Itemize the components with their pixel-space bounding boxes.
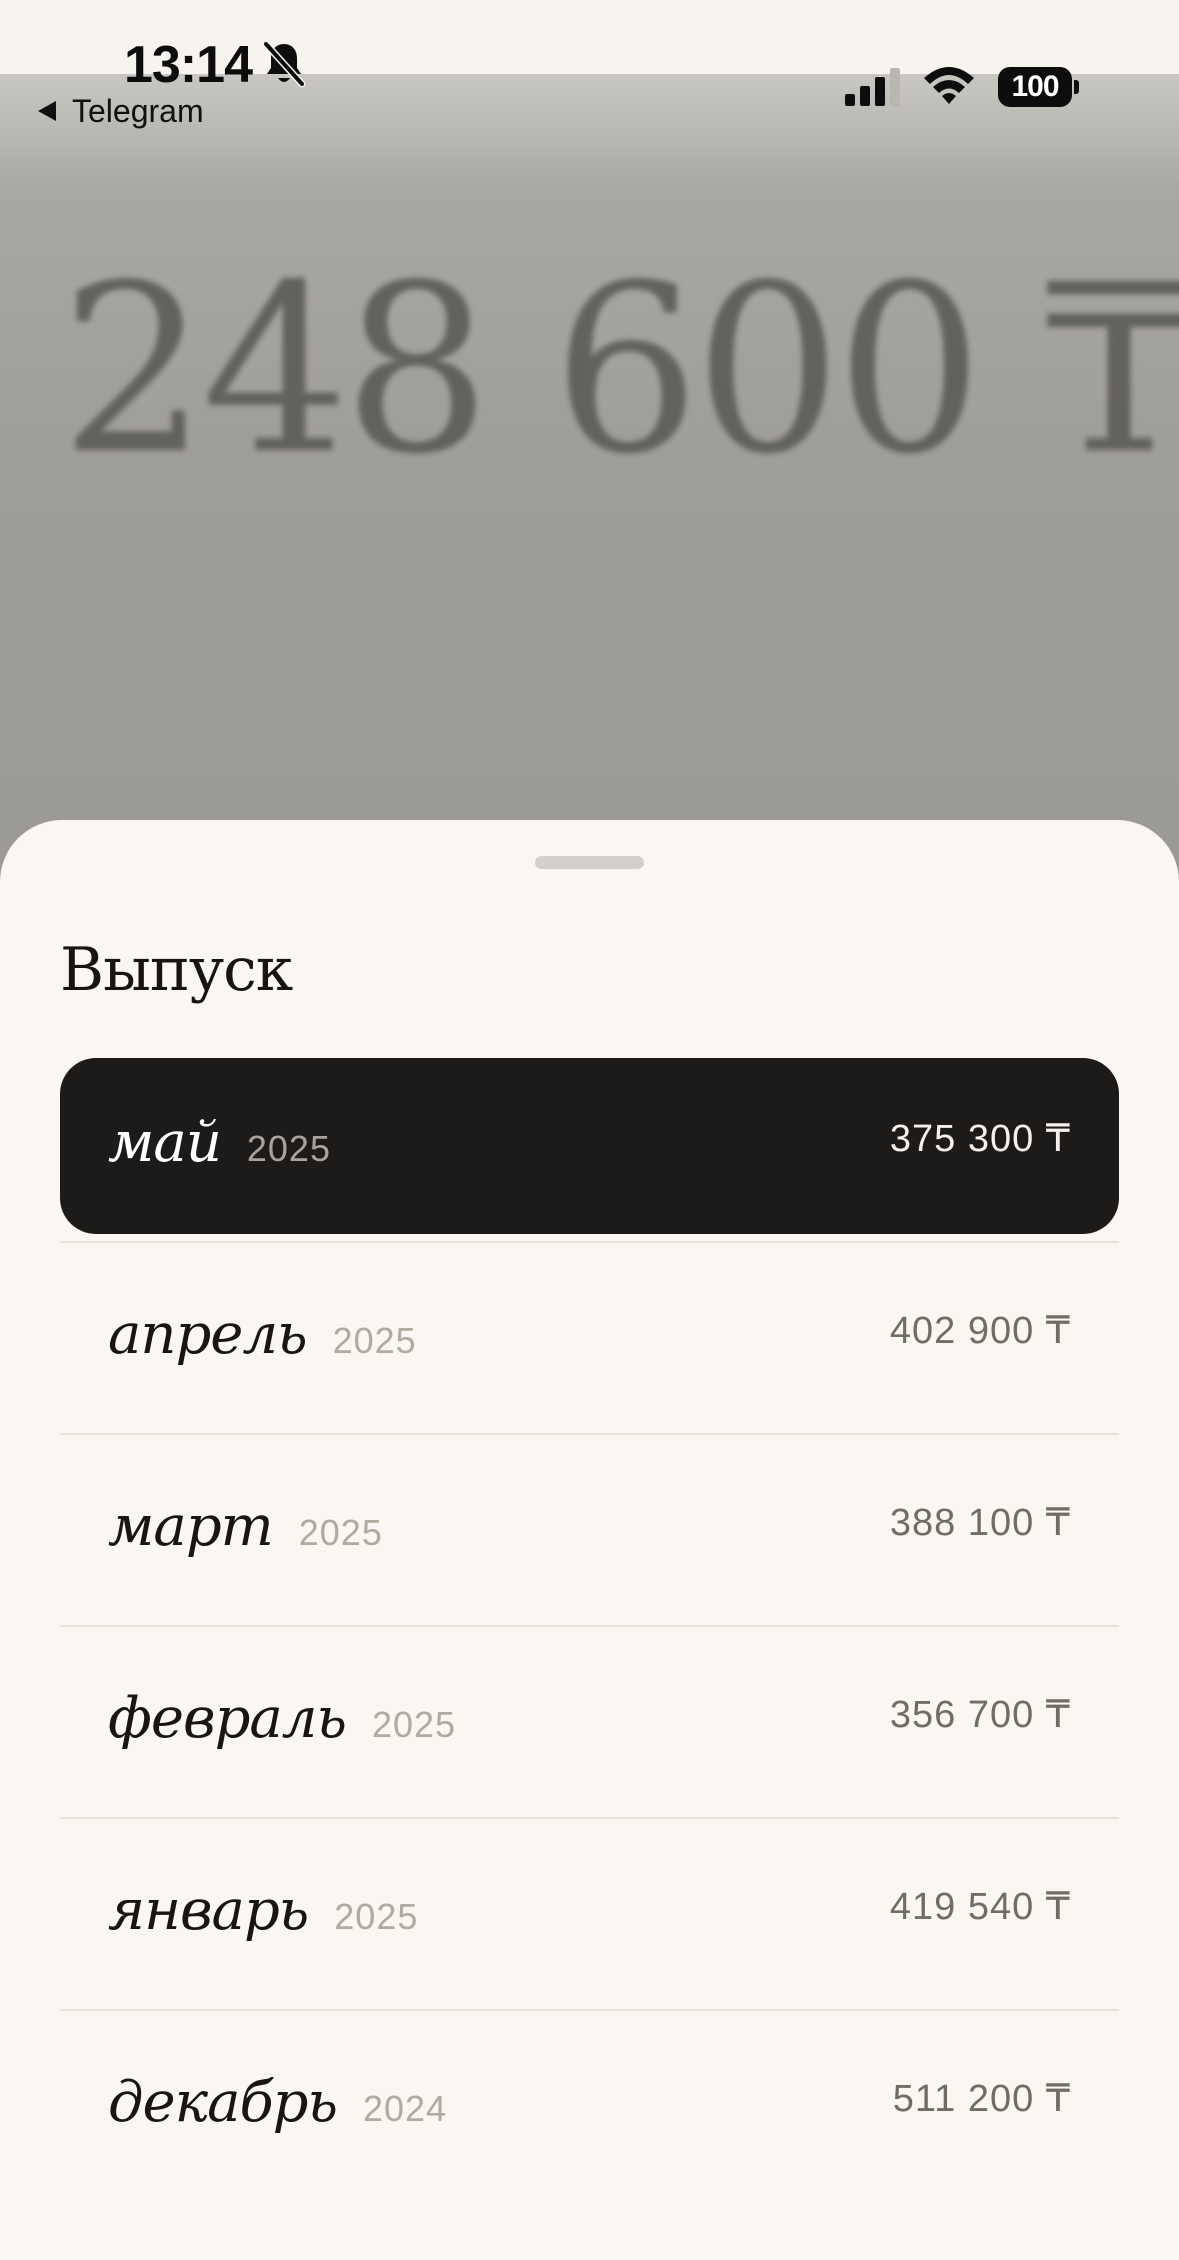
issue-row-may-2025[interactable]: май 2025 375 300 ₸: [60, 1058, 1119, 1243]
issue-month: январь: [108, 1878, 309, 1943]
issue-amount: 356 700 ₸: [889, 1694, 1071, 1736]
back-link-label: Telegram: [72, 92, 204, 129]
back-to-telegram-link[interactable]: Telegram: [36, 92, 204, 130]
sheet-title: Выпуск: [60, 935, 293, 1005]
row-divider: [60, 1433, 1119, 1435]
back-arrow-icon: [38, 101, 56, 121]
issue-month: февраль: [108, 1686, 347, 1751]
cellular-signal-icon: [845, 68, 900, 106]
issue-month: март: [108, 1494, 274, 1559]
issue-year: 2025: [371, 1704, 457, 1745]
issue-month: апрель: [108, 1302, 308, 1367]
row-divider: [60, 2009, 1119, 2011]
issue-row-march-2025[interactable]: март 2025 388 100 ₸: [60, 1442, 1119, 1627]
battery-cap: [1074, 80, 1079, 94]
issue-row-january-2025[interactable]: январь 2025 419 540 ₸: [60, 1826, 1119, 2011]
battery-level: 100: [998, 67, 1072, 107]
issue-row-label: март 2025: [108, 1492, 383, 1562]
issue-row-label: декабрь 2024: [108, 2068, 447, 2138]
issue-row-december-2024[interactable]: декабрь 2024 511 200 ₸: [60, 2018, 1119, 2194]
issue-row-label: апрель 2025: [108, 1300, 417, 1370]
issue-list: май 2025 375 300 ₸ апрель 2025 402 900 ₸…: [60, 1058, 1119, 2210]
issue-amount: 511 200 ₸: [892, 2078, 1071, 2120]
issue-amount: 375 300 ₸: [889, 1118, 1071, 1160]
issue-year: 2025: [334, 1896, 419, 1937]
issue-amount: 388 100 ₸: [889, 1502, 1071, 1544]
row-divider: [60, 1241, 1119, 1243]
issue-amount: 419 540 ₸: [889, 1886, 1071, 1928]
row-divider: [60, 1817, 1119, 1819]
issue-row-february-2025[interactable]: февраль 2025 356 700 ₸: [60, 1634, 1119, 1819]
issue-year: 2025: [332, 1320, 417, 1361]
background-total-amount: 248 600 ₸: [60, 235, 1179, 505]
issue-month: декабрь: [108, 2070, 338, 2135]
issue-amount: 402 900 ₸: [889, 1310, 1071, 1352]
issue-year: 2025: [246, 1128, 331, 1169]
battery-icon: 100: [998, 67, 1079, 107]
issue-row-april-2025[interactable]: апрель 2025 402 900 ₸: [60, 1250, 1119, 1435]
status-time: 13:14: [124, 36, 253, 94]
wifi-icon: [924, 67, 974, 104]
row-divider: [60, 1625, 1119, 1627]
bottom-sheet: Выпуск май 2025 375 300 ₸ апрель 2025 40…: [0, 820, 1179, 2260]
issue-month: май: [108, 1110, 222, 1175]
bell-slash-icon: [262, 40, 306, 88]
issue-row-label: январь 2025: [108, 1876, 418, 1946]
sheet-grabber-handle[interactable]: [535, 856, 644, 869]
issue-row-label: февраль 2025: [108, 1684, 456, 1754]
issue-year: 2024: [362, 2088, 448, 2129]
issue-row-label: май 2025: [108, 1108, 331, 1178]
issue-year: 2025: [298, 1512, 383, 1553]
